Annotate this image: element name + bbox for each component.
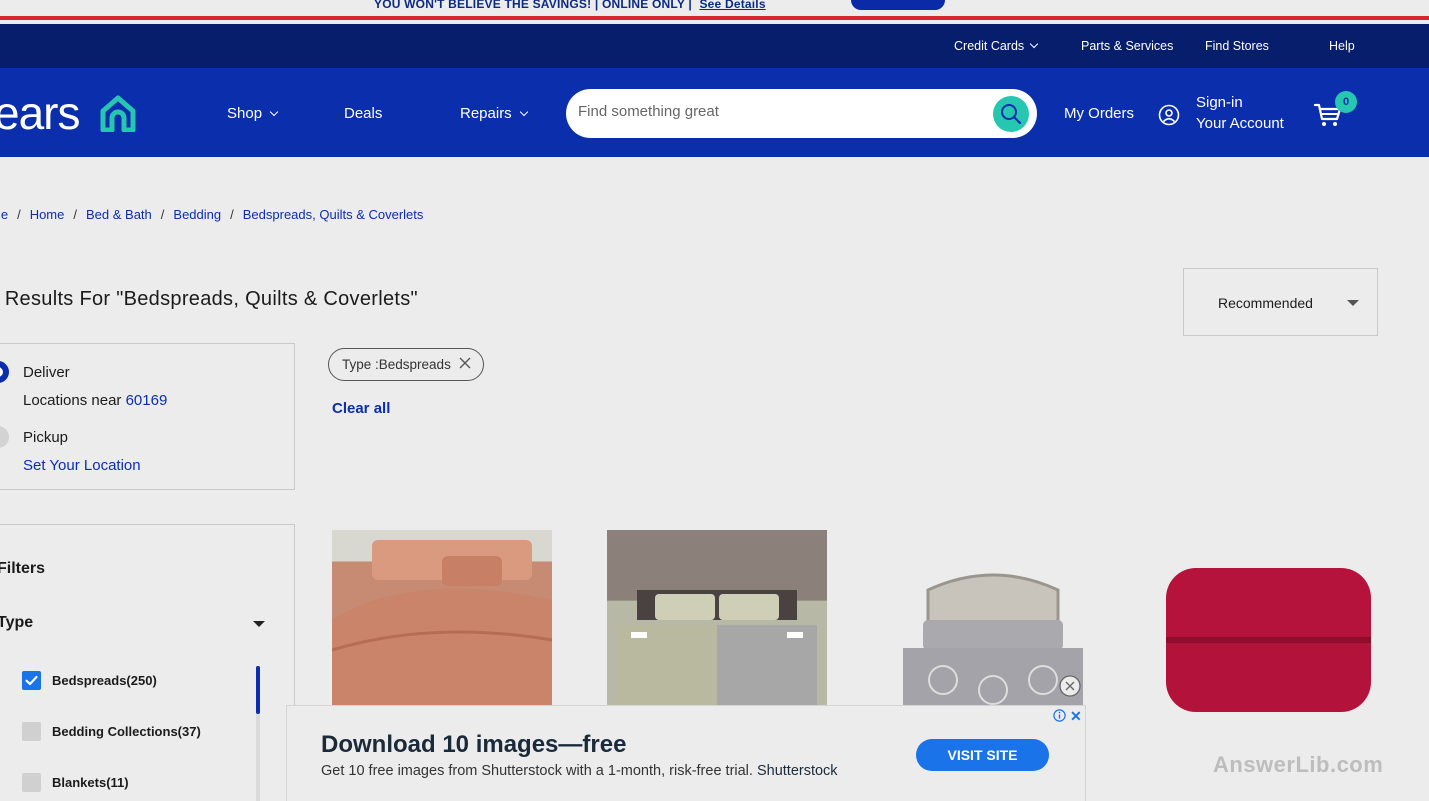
- find-stores-link[interactable]: Find Stores: [1205, 39, 1269, 53]
- product-image[interactable]: [332, 530, 552, 706]
- promo-text: YOU WON'T BELIEVE THE SAVINGS! | ONLINE …: [374, 0, 766, 11]
- breadcrumb: me / Home / Bed & Bath / Bedding / Bedspreads, Q…: [0, 207, 423, 222]
- filter-label[interactable]: Bedding Collections(37): [52, 724, 201, 739]
- close-icon[interactable]: [458, 356, 472, 370]
- nav-repairs-label: Repairs: [460, 105, 512, 122]
- ad-brand: Shutterstock: [756, 763, 838, 779]
- product-blanket-image[interactable]: [1166, 568, 1371, 712]
- filter-checkbox-bedding-collections[interactable]: [22, 722, 41, 741]
- visit-site-button[interactable]: VISIT SITE: [916, 739, 1049, 771]
- help-link[interactable]: Help: [1329, 39, 1355, 53]
- set-location-link[interactable]: Set Your Location: [23, 457, 141, 474]
- breadcrumb-item[interactable]: Bed & Bath: [86, 207, 152, 222]
- credit-cards-label: Credit Cards: [954, 39, 1025, 53]
- product-bedspread-image: [332, 540, 552, 706]
- my-orders-link[interactable]: My Orders: [1064, 105, 1134, 122]
- nav-repairs[interactable]: Repairs: [460, 105, 528, 122]
- product-quilt-image: [607, 530, 827, 706]
- clear-all-link[interactable]: Clear all: [332, 400, 390, 417]
- applied-filter-label: Type :Bedspreads: [342, 357, 451, 372]
- sign-in-label: Sign-in: [1196, 94, 1243, 111]
- product-image[interactable]: [607, 530, 827, 706]
- deliver-radio[interactable]: [0, 361, 9, 383]
- promo-button[interactable]: [851, 0, 945, 10]
- filter-checkbox-blankets[interactable]: [22, 773, 41, 792]
- applied-filter-chip[interactable]: Type :Bedspreads: [328, 348, 484, 381]
- filter-label[interactable]: Blankets(11): [52, 775, 129, 790]
- promo-banner: YOU WON'T BELIEVE THE SAVINGS! | ONLINE …: [0, 0, 1429, 20]
- cart-count-badge: 0: [1335, 91, 1357, 113]
- filters-panel: Filters Type Bedspreads(250) Bedding Col…: [0, 524, 295, 801]
- zip-code-link[interactable]: 60169: [126, 392, 168, 409]
- breadcrumb-item[interactable]: me: [0, 207, 8, 222]
- ad-subtitle-text: Get 10 free images from Shutterstock wit…: [321, 763, 753, 779]
- search-button[interactable]: [993, 96, 1029, 132]
- parts-services-link[interactable]: Parts & Services: [1081, 39, 1173, 53]
- chevron-down-icon: [1029, 39, 1039, 49]
- chevron-down-icon: [519, 107, 528, 117]
- breadcrumb-item[interactable]: Home: [30, 207, 65, 222]
- see-details-link[interactable]: See Details: [699, 0, 765, 11]
- caret-down-icon: [1347, 300, 1359, 306]
- breadcrumb-separator: /: [230, 207, 234, 222]
- search-input[interactable]: [578, 103, 978, 120]
- info-icon[interactable]: [1053, 709, 1066, 722]
- user-account-icon[interactable]: [1158, 104, 1180, 126]
- breadcrumb-item[interactable]: Bedding: [173, 207, 221, 222]
- locations-near-text: Locations near 60169: [23, 392, 167, 409]
- breadcrumb-separator: /: [17, 207, 21, 222]
- filter-checkbox-bedspreads[interactable]: [22, 671, 41, 690]
- search-bar: [566, 89, 1037, 138]
- main-header: ears Shop Deals Repairs My Orders Sign-i…: [0, 68, 1429, 157]
- sears-logo[interactable]: ears: [0, 86, 80, 140]
- breadcrumb-separator: /: [73, 207, 77, 222]
- watermark: AnswerLib.com: [1213, 752, 1384, 777]
- your-account-label: Your Account: [1196, 115, 1284, 132]
- ad-title[interactable]: Download 10 images—free: [321, 731, 626, 759]
- filter-label[interactable]: Bedspreads(250): [52, 673, 157, 688]
- advertisement: Download 10 images—free Get 10 free imag…: [286, 705, 1086, 801]
- nav-shop-label: Shop: [227, 105, 263, 122]
- caret-down-icon[interactable]: [253, 621, 265, 627]
- promo-message: YOU WON'T BELIEVE THE SAVINGS! | ONLINE …: [374, 0, 692, 11]
- ad-subtitle: Get 10 free images from Shutterstock wit…: [321, 763, 838, 779]
- breadcrumb-separator: /: [160, 207, 165, 222]
- ad-close-icon[interactable]: ✕: [1070, 708, 1082, 725]
- nav-shop[interactable]: Shop: [227, 105, 279, 122]
- pickup-radio[interactable]: [0, 426, 9, 448]
- breadcrumb-item[interactable]: Bedspreads, Quilts & Coverlets: [243, 207, 424, 222]
- credit-cards-menu[interactable]: Credit Cards: [954, 39, 1039, 53]
- search-icon: [1001, 104, 1022, 125]
- sort-dropdown[interactable]: Recommended: [1183, 268, 1378, 336]
- locations-near-label: Locations near: [23, 392, 122, 409]
- delivery-options: Deliver Locations near 60169 Pickup Set …: [0, 343, 295, 490]
- deliver-label: Deliver: [23, 364, 70, 381]
- utility-nav: Credit Cards Parts & Services Find Store…: [0, 24, 1429, 68]
- chevron-down-icon: [269, 107, 279, 117]
- type-filter-heading[interactable]: Type: [0, 614, 33, 632]
- pickup-label: Pickup: [23, 429, 69, 446]
- sort-selected-label: Recommended: [1218, 295, 1313, 311]
- results-title: ) Results For "Bedspreads, Quilts & Cove…: [0, 288, 418, 310]
- filter-scroll-thumb[interactable]: [256, 666, 260, 714]
- sign-in-link[interactable]: Sign-in Your Account: [1196, 92, 1284, 134]
- checkmark-icon: [25, 675, 38, 686]
- filters-title: Filters: [0, 560, 46, 577]
- close-circle-icon[interactable]: [1058, 674, 1082, 698]
- house-logo-icon: [100, 95, 136, 132]
- nav-deals[interactable]: Deals: [344, 105, 382, 122]
